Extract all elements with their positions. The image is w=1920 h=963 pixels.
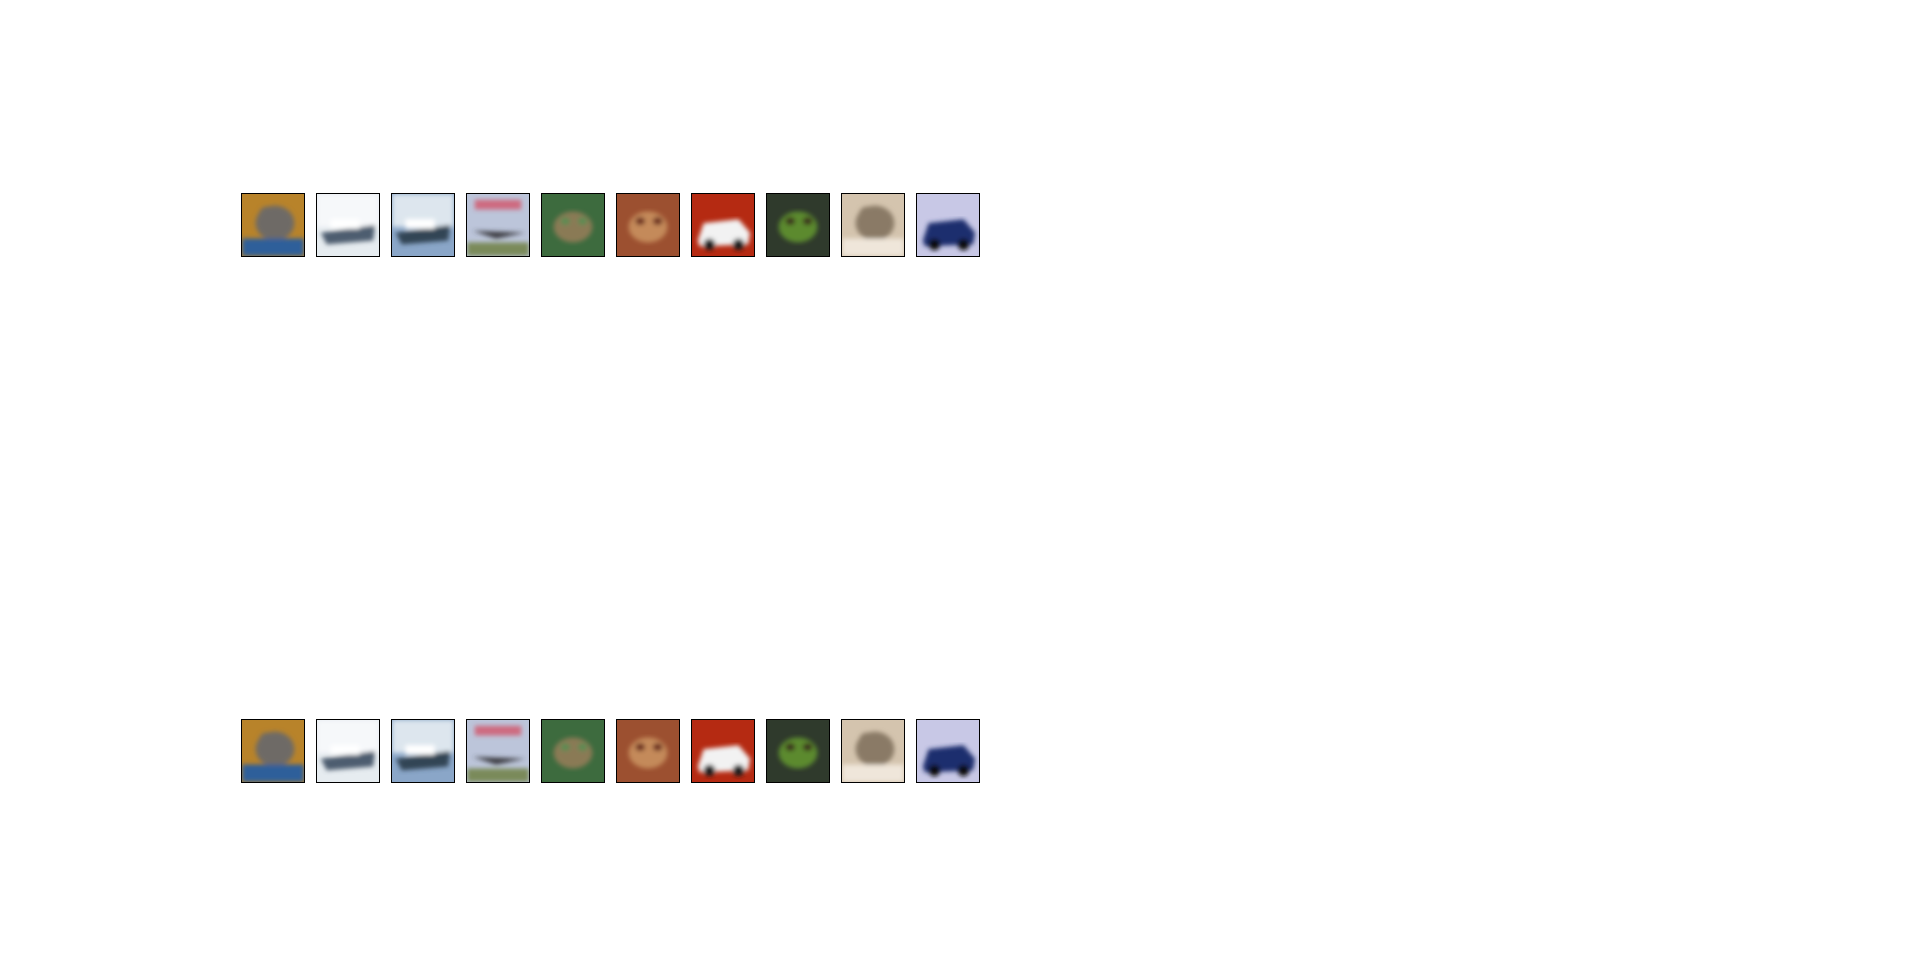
ship-image [316,719,380,783]
frog-image [766,193,830,257]
automobile-image [916,193,980,257]
cat-image [841,719,905,783]
airplane-image [466,719,530,783]
automobile-image [691,719,755,783]
automobile-image [916,719,980,783]
frog-image [541,719,605,783]
automobile-image [691,193,755,257]
image-grid-top-row [241,193,980,257]
frog-image [541,193,605,257]
ship-image [391,719,455,783]
frog-image [616,719,680,783]
image-grid-bottom-row [241,719,980,783]
cat-image [241,193,305,257]
frog-image [616,193,680,257]
cat-image [841,193,905,257]
cat-image [241,719,305,783]
ship-image [316,193,380,257]
frog-image [766,719,830,783]
airplane-image [466,193,530,257]
ship-image [391,193,455,257]
